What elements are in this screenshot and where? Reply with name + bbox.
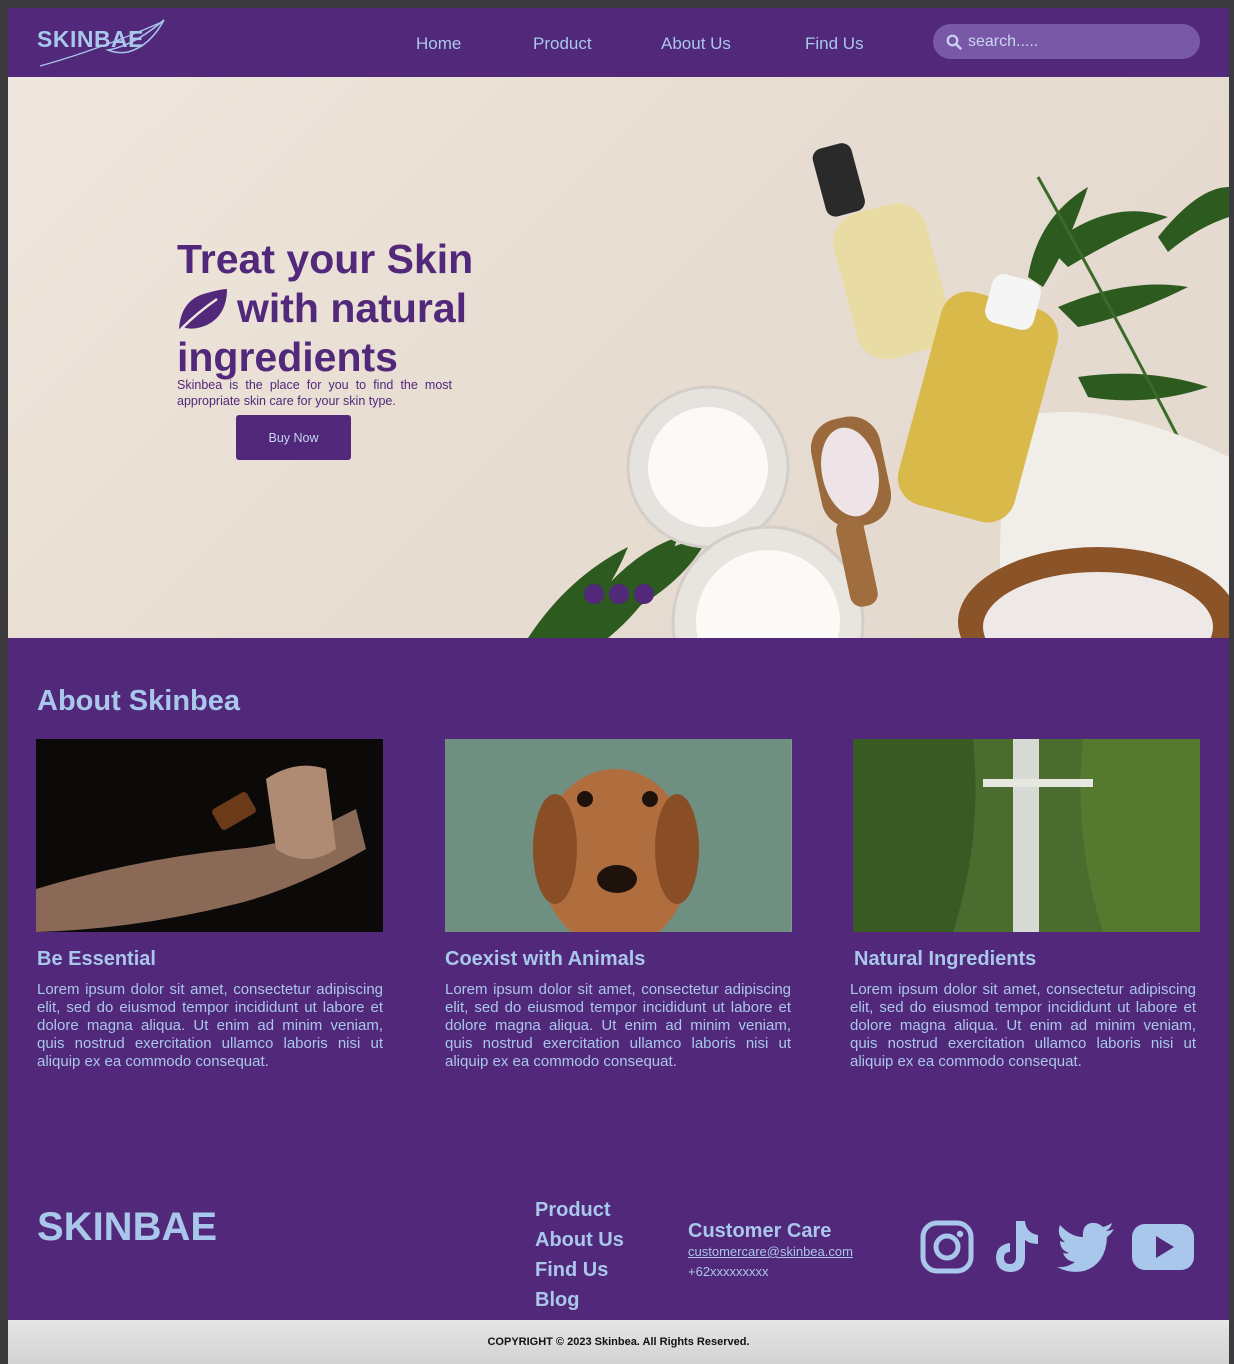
navbar: SKINBAE Home Product About Us Find Us bbox=[8, 8, 1229, 77]
hero-subtitle: Skinbea is the place for you to find the… bbox=[177, 378, 452, 408]
card-text-coexist: Lorem ipsum dolor sit amet, consectetur … bbox=[445, 981, 791, 1070]
hero-banner: Treat your Skin with natural ingredients… bbox=[8, 77, 1229, 638]
search-input[interactable] bbox=[968, 24, 1188, 59]
footer-link-about-us[interactable]: About Us bbox=[535, 1229, 624, 1252]
nav-product[interactable]: Product bbox=[533, 34, 592, 54]
nav-about-us[interactable]: About Us bbox=[661, 34, 731, 54]
hero-title-line-1: Treat your Skin bbox=[177, 236, 474, 282]
about-section-title: About Skinbea bbox=[37, 685, 241, 717]
hero-title-line-2: with natural bbox=[237, 285, 468, 331]
card-title-coexist: Coexist with Animals bbox=[445, 948, 646, 970]
leaf-icon bbox=[179, 288, 227, 330]
youtube-icon[interactable] bbox=[1130, 1219, 1196, 1275]
footer-logo[interactable]: SKINBAE bbox=[37, 1205, 217, 1250]
search-bar[interactable] bbox=[933, 24, 1200, 59]
page: SKINBAE Home Product About Us Find Us se… bbox=[8, 8, 1229, 1364]
search-icon[interactable] bbox=[946, 34, 962, 50]
tiktok-icon[interactable] bbox=[992, 1219, 1042, 1275]
carousel-dots bbox=[584, 584, 654, 604]
nav-home[interactable]: Home bbox=[416, 34, 461, 54]
nav-find-us[interactable]: Find Us bbox=[805, 34, 864, 54]
customer-care-title: Customer Care bbox=[688, 1220, 832, 1242]
hero-title-line-3: ingredients bbox=[177, 334, 398, 380]
essential-oil-image bbox=[36, 739, 383, 932]
customer-care-phone: +62xxxxxxxxx bbox=[688, 1264, 769, 1279]
hero-title: Treat your Skin with natural ingredients bbox=[177, 235, 477, 382]
copyright-text: COPYRIGHT © 2023 Skinbea. All Rights Res… bbox=[487, 1336, 750, 1348]
leaf-logo-icon bbox=[39, 19, 165, 67]
footer-link-blog[interactable]: Blog bbox=[535, 1289, 579, 1312]
carousel-dot-3[interactable] bbox=[634, 584, 654, 604]
dog-image bbox=[445, 739, 792, 932]
customer-care-email[interactable]: customercare@skinbea.com bbox=[688, 1244, 853, 1259]
card-text-natural: Lorem ipsum dolor sit amet, consectetur … bbox=[850, 981, 1196, 1070]
footer-link-product[interactable]: Product bbox=[535, 1199, 611, 1222]
card-title-natural: Natural Ingredients bbox=[854, 948, 1037, 970]
twitter-icon[interactable] bbox=[1056, 1219, 1116, 1275]
card-title-be-essential: Be Essential bbox=[37, 948, 156, 970]
card-text-be-essential: Lorem ipsum dolor sit amet, consectetur … bbox=[37, 981, 383, 1070]
waterfall-image bbox=[853, 739, 1200, 932]
instagram-icon[interactable] bbox=[920, 1219, 974, 1275]
copyright-bar: COPYRIGHT © 2023 Skinbea. All Rights Res… bbox=[8, 1320, 1229, 1364]
footer-link-find-us[interactable]: Find Us bbox=[535, 1259, 608, 1282]
buy-now-button[interactable]: Buy Now bbox=[236, 415, 351, 460]
carousel-dot-1[interactable] bbox=[584, 584, 604, 604]
carousel-dot-2[interactable] bbox=[609, 584, 629, 604]
